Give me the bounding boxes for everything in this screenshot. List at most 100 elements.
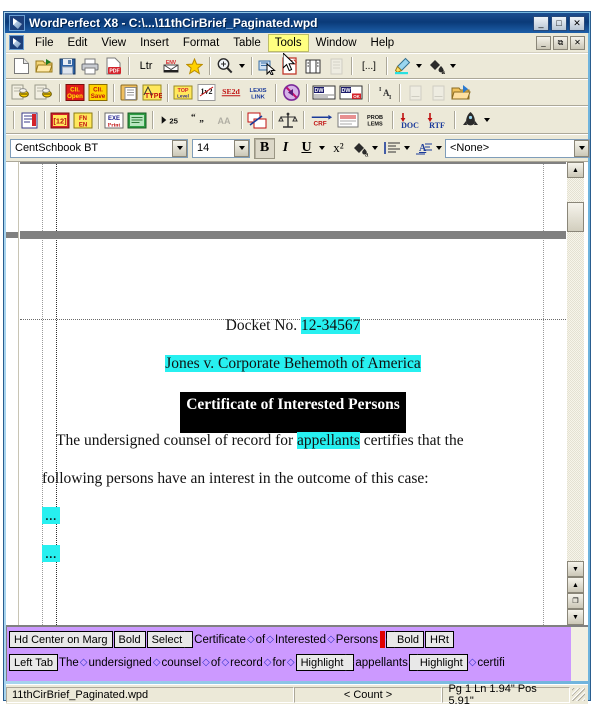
top-level-icon[interactable]: TOP Level [172, 82, 194, 104]
favorites-star-icon[interactable] [183, 55, 205, 77]
crf-icon[interactable]: CRF [308, 109, 334, 131]
one-v-two-icon[interactable]: 1v2 [195, 82, 217, 104]
page-navigator-icon[interactable]: ❐ [567, 593, 584, 609]
reveal-codes-scrollbar[interactable] [571, 627, 588, 681]
code-hard-return[interactable]: HRt [425, 631, 454, 648]
bold-button[interactable]: B [254, 137, 275, 159]
save-as-rtf-icon[interactable]: RTF [424, 109, 450, 131]
macro-dropdown-arrow-icon[interactable] [482, 109, 491, 131]
font-name-dropdown-arrow-icon[interactable] [172, 139, 187, 157]
code-left-tab[interactable]: Left Tab [9, 654, 58, 671]
font-color-dropdown-arrow-icon[interactable] [448, 55, 457, 77]
document-line-para1b[interactable]: following persons have an interest in th… [20, 470, 588, 488]
letter-template-icon[interactable]: Ltr [133, 55, 159, 77]
jump-25-icon[interactable]: 25 [157, 109, 183, 131]
highlight-color-dropdown-arrow-icon[interactable] [370, 137, 379, 159]
scroll-down-arrow-icon[interactable]: ▼ [567, 561, 584, 577]
highlight-dropdown-arrow-icon[interactable] [414, 55, 423, 77]
font-name-combo[interactable]: CentSchbook BT [10, 138, 188, 158]
style-combo[interactable]: <None> [445, 138, 590, 158]
align-left-icon[interactable] [381, 138, 402, 159]
font-size-dropdown-arrow-icon[interactable] [234, 139, 249, 157]
columns-icon[interactable] [325, 55, 347, 77]
document-line-item2[interactable]: ... [20, 545, 588, 563]
code-bold-close[interactable]: Bold [385, 631, 425, 648]
select-tool-icon[interactable] [256, 55, 278, 77]
reveal-codes-panel[interactable]: Hd Center on Marg Bold Select Certificat… [6, 625, 588, 681]
menu-item-format[interactable]: Format [176, 34, 226, 52]
justification-dropdown-arrow-icon[interactable] [402, 137, 411, 159]
save-document-icon[interactable] [56, 55, 78, 77]
table-of-authorities-icon[interactable] [18, 109, 40, 131]
zoom-dropdown-arrow-icon[interactable] [237, 55, 246, 77]
menu-item-help[interactable]: Help [364, 34, 402, 52]
print-icon[interactable] [79, 55, 101, 77]
new-document-icon[interactable] [10, 55, 32, 77]
publish-pdf-icon[interactable]: PDF [102, 55, 124, 77]
page-left-icon[interactable] [404, 82, 426, 104]
previous-page-button[interactable]: ▲ [567, 577, 584, 593]
quote-icon[interactable]: “” [184, 109, 210, 131]
page-right-icon[interactable] [427, 82, 449, 104]
new-page-icon[interactable] [279, 55, 301, 77]
problems-icon[interactable]: PROB LEMS [362, 109, 388, 131]
resize-grip-icon[interactable] [572, 688, 585, 701]
document-area[interactable]: Docket No. 12-34567 Jones v. Corporate B… [6, 162, 588, 625]
envelope-icon[interactable]: ENV [160, 55, 182, 77]
scroll-up-arrow-icon[interactable]: ▲ [567, 162, 584, 178]
close-button[interactable]: ✕ [569, 15, 585, 31]
bee-insert-icon[interactable] [10, 82, 32, 104]
next-page-button[interactable]: ▼ [567, 609, 584, 625]
vertical-scrollbar[interactable]: ▲ ▼ ▲ ❐ ▼ [567, 162, 584, 625]
superscript-button[interactable]: x² [328, 138, 349, 159]
document-line-item1[interactable]: ... [20, 507, 588, 525]
style-combo-dropdown-arrow-icon[interactable] [574, 139, 589, 157]
clipboard-open-icon[interactable]: Cli. Open [64, 82, 86, 104]
doc-minimize-button[interactable]: _ [536, 35, 551, 50]
status-count[interactable]: < Count > [293, 686, 443, 703]
word-export-icon[interactable]: DW [311, 82, 337, 104]
document-line-heading[interactable]: Certificate of Interested Persons [20, 392, 566, 433]
se2d-icon[interactable]: SE2d [218, 82, 244, 104]
underline-dropdown-arrow-icon[interactable] [317, 137, 326, 159]
scrollbar-track[interactable] [567, 178, 584, 561]
paste-list-icon[interactable] [118, 82, 140, 104]
swap-icon[interactable] [246, 109, 268, 131]
open-folder-icon[interactable] [450, 82, 472, 104]
compare-icon[interactable]: AA [211, 109, 237, 131]
minimize-button[interactable]: _ [533, 15, 549, 31]
macro-icon[interactable] [459, 109, 481, 131]
zoom-icon[interactable] [214, 55, 236, 77]
text-style-icon[interactable]: A [413, 138, 434, 159]
menu-item-edit[interactable]: Edit [61, 34, 95, 52]
open-document-icon[interactable] [33, 55, 55, 77]
reveal-codes-line-2[interactable]: Left Tab The ◇ undersigned ◇ counsel ◇ o… [7, 652, 588, 673]
font-color-icon[interactable]: a [425, 55, 447, 77]
reveal-codes-icon[interactable] [302, 55, 324, 77]
scales-of-justice-icon[interactable] [277, 109, 299, 131]
menu-item-window[interactable]: Window [309, 34, 364, 52]
maximize-button[interactable]: □ [551, 15, 567, 31]
menu-item-table[interactable]: Table [226, 34, 268, 52]
draft-icon[interactable] [335, 109, 361, 131]
doc-restore-button[interactable]: ⧉ [553, 35, 568, 50]
code-select-start[interactable]: Select [146, 631, 194, 648]
bee-extract-icon[interactable] [33, 82, 55, 104]
status-position[interactable]: Pg 1 Ln 1.94" Pos 5.91" [442, 683, 571, 707]
document-line-caption[interactable]: Jones v. Corporate Behemoth of America [20, 355, 566, 373]
code-highlight-open[interactable]: Highlight [295, 654, 355, 671]
code-highlight-close[interactable]: Highlight [408, 654, 468, 671]
reveal-codes-line-1[interactable]: Hd Center on Marg Bold Select Certificat… [7, 629, 588, 650]
word-export-ok-icon[interactable]: DW OK [338, 82, 364, 104]
document-line-docket[interactable]: Docket No. 12-34567 [20, 317, 566, 335]
doc-close-button[interactable]: ✕ [570, 35, 585, 50]
status-filename[interactable]: 11thCirBrief_Paginated.wpd [6, 686, 294, 703]
code-hd-center-on-marg[interactable]: Hd Center on Marg [9, 631, 113, 648]
type-icon[interactable]: TYPE [141, 82, 163, 104]
lexis-link-icon[interactable]: LEXIS LINK [245, 82, 271, 104]
green-doc-icon[interactable] [126, 109, 148, 131]
code-bold-open[interactable]: Bold [113, 631, 146, 648]
no-link-icon[interactable] [280, 82, 302, 104]
menu-item-tools[interactable]: Tools [267, 33, 309, 52]
exe-print-icon[interactable]: EXE Print [103, 109, 125, 131]
